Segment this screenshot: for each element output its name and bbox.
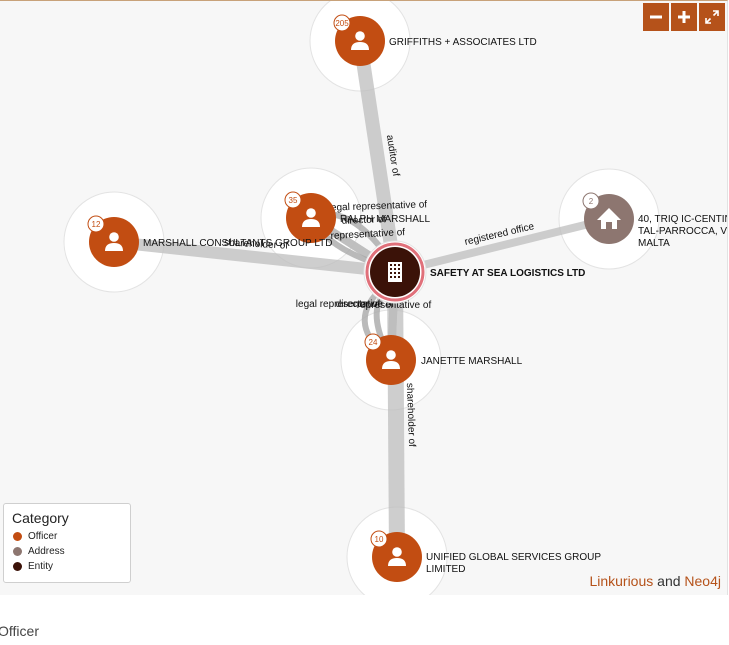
building-window xyxy=(394,268,396,270)
person-head xyxy=(355,31,365,41)
node-unified[interactable]: 10 UNIFIED GLOBAL SERVICES GROUPLIMITED xyxy=(370,530,601,582)
category-legend: Category Officer Address Entity xyxy=(3,503,131,583)
building-window xyxy=(398,264,400,266)
legend-swatch-address xyxy=(13,547,22,556)
legend-swatch-entity xyxy=(13,562,22,571)
node-label: LIMITED xyxy=(426,564,465,575)
person-head xyxy=(306,208,316,218)
zoom-controls xyxy=(643,3,725,31)
legend-title: Category xyxy=(12,510,69,526)
building-window xyxy=(398,268,400,270)
node-label: RALPH MARSHALL xyxy=(340,214,430,225)
node-label: GRIFFITHS + ASSOCIATES LTD xyxy=(389,37,537,48)
credits-and: and xyxy=(657,573,681,589)
degree-badge-count: 35 xyxy=(289,196,298,205)
node-griffiths[interactable]: 205 GRIFFITHS + ASSOCIATES LTD xyxy=(333,14,537,66)
legend-label: Address xyxy=(28,546,65,557)
degree-badge-count: 12 xyxy=(92,220,101,229)
edge-n_unified-n_safety[interactable] xyxy=(387,271,405,558)
person-head xyxy=(392,547,402,557)
legend-label: Officer xyxy=(28,531,58,542)
node-label: UNIFIED GLOBAL SERVICES GROUP xyxy=(426,552,601,563)
building-icon xyxy=(388,262,402,282)
plus-icon xyxy=(678,11,690,23)
node-label: TAL-PARROCCA, V xyxy=(638,226,727,237)
person-head xyxy=(386,350,396,360)
expand-icon xyxy=(705,10,719,24)
neo4j-link[interactable]: Neo4j xyxy=(684,573,721,589)
edge-label: legal representative of xyxy=(329,199,428,213)
zoom-out-button[interactable] xyxy=(643,3,669,31)
node-label: JANETTE MARSHALL xyxy=(421,356,523,367)
selected-category-label: Officer xyxy=(0,623,39,639)
fullscreen-button[interactable] xyxy=(699,3,725,31)
degree-badge-count: 205 xyxy=(335,19,349,28)
zoom-in-button[interactable] xyxy=(671,3,697,31)
degree-badge-count: 24 xyxy=(369,338,378,347)
edge-label: shareholder of xyxy=(404,383,417,447)
linkurious-link[interactable]: Linkurious xyxy=(589,573,653,589)
building-window xyxy=(390,268,392,270)
credits: Linkurious and Neo4j xyxy=(589,573,721,589)
legend-item-entity: Entity xyxy=(12,559,122,574)
legend-swatch-officer xyxy=(13,532,22,541)
minus-icon xyxy=(650,15,662,19)
degree-badge-count: 2 xyxy=(589,197,594,206)
node-label: MARSHALL CONSULTANTS GROUP LTD xyxy=(143,238,332,249)
legend-label: Entity xyxy=(28,561,54,572)
building-window xyxy=(394,264,396,266)
building-window xyxy=(398,272,400,274)
building-window xyxy=(394,276,396,278)
node-label: MALTA xyxy=(638,238,670,249)
building-window xyxy=(398,276,400,278)
legend-item-officer: Officer xyxy=(12,529,122,544)
degree-badge-count: 10 xyxy=(375,535,384,544)
node-janette[interactable]: 24 JANETTE MARSHALL xyxy=(364,333,523,385)
building-window xyxy=(390,272,392,274)
building-window xyxy=(390,276,392,278)
legend-item-address: Address xyxy=(12,544,122,559)
node-label: SAFETY AT SEA LOGISTICS LTD xyxy=(430,268,585,279)
person-head xyxy=(109,232,119,242)
node-label: 40, TRIQ IC-CENTIN, xyxy=(638,214,727,225)
graph-canvas[interactable]: auditor of legal representative of directo… xyxy=(0,0,728,595)
building-window xyxy=(390,264,392,266)
building-window xyxy=(394,272,396,274)
